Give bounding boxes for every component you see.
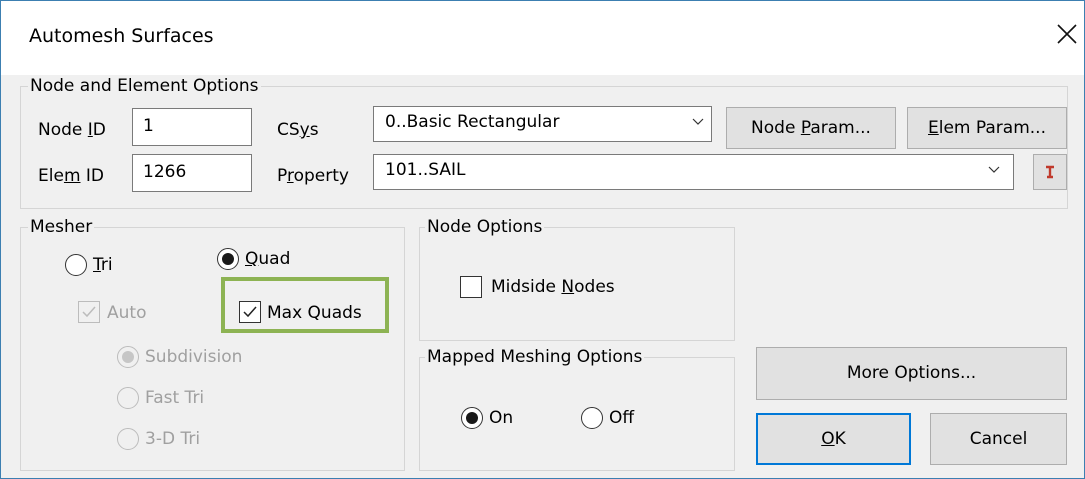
tri-label: Tri: [93, 255, 113, 275]
3d-tri-label: 3-D Tri: [145, 429, 201, 449]
property-value: 101..SAIL: [385, 160, 466, 180]
tri-radio[interactable]: [65, 254, 87, 276]
node-param-button[interactable]: Node Param...: [726, 107, 896, 149]
check-icon: [82, 306, 96, 318]
quad-radio[interactable]: [217, 248, 239, 270]
close-icon[interactable]: [1052, 19, 1082, 49]
csys-label: CSys: [277, 120, 319, 140]
automesh-dialog: Automesh Surfaces Node and Element Optio…: [0, 0, 1085, 479]
auto-checkbox[interactable]: [78, 301, 100, 323]
ok-button[interactable]: OK: [756, 413, 911, 465]
auto-label: Auto: [107, 303, 147, 323]
chevron-down-icon: [988, 166, 1000, 173]
mesher-label: Mesher: [28, 217, 95, 237]
mapped-off-radio[interactable]: [581, 407, 603, 429]
node-options-label: Node Options: [425, 217, 545, 237]
more-options-button[interactable]: More Options...: [756, 347, 1067, 400]
node-id-input[interactable]: 1: [132, 108, 252, 146]
midside-nodes-checkbox[interactable]: [460, 276, 482, 298]
quad-label: Quad: [245, 249, 291, 269]
subdivision-label: Subdivision: [145, 347, 243, 367]
node-id-label: Node ID: [38, 120, 106, 140]
mapped-meshing-label: Mapped Meshing Options: [425, 347, 645, 367]
csys-dropdown[interactable]: 0..Basic Rectangular: [373, 106, 712, 142]
subdivision-radio[interactable]: [117, 346, 139, 368]
mapped-on-label: On: [489, 408, 514, 428]
csys-value: 0..Basic Rectangular: [385, 112, 560, 132]
midside-nodes-label: Midside Nodes: [491, 277, 615, 297]
mapped-off-label: Off: [609, 408, 635, 428]
max-quads-highlight: [221, 277, 389, 333]
fast-tri-label: Fast Tri: [145, 388, 205, 408]
property-label: Property: [277, 166, 349, 186]
cancel-button[interactable]: Cancel: [930, 413, 1067, 465]
dialog-title: Automesh Surfaces: [29, 25, 214, 47]
title-bar: Automesh Surfaces: [1, 1, 1084, 75]
3d-tri-radio[interactable]: [117, 428, 139, 450]
node-element-options-label: Node and Element Options: [28, 76, 261, 96]
elem-id-input[interactable]: 1266: [132, 154, 252, 192]
elem-param-button[interactable]: Elem Param...: [907, 107, 1067, 149]
mapped-on-radio[interactable]: [461, 407, 483, 429]
elem-id-label: Elem ID: [38, 166, 105, 186]
pick-icon[interactable]: [1033, 154, 1067, 190]
chevron-down-icon: [692, 118, 704, 125]
property-dropdown[interactable]: 101..SAIL: [373, 154, 1014, 190]
fast-tri-radio[interactable]: [117, 387, 139, 409]
